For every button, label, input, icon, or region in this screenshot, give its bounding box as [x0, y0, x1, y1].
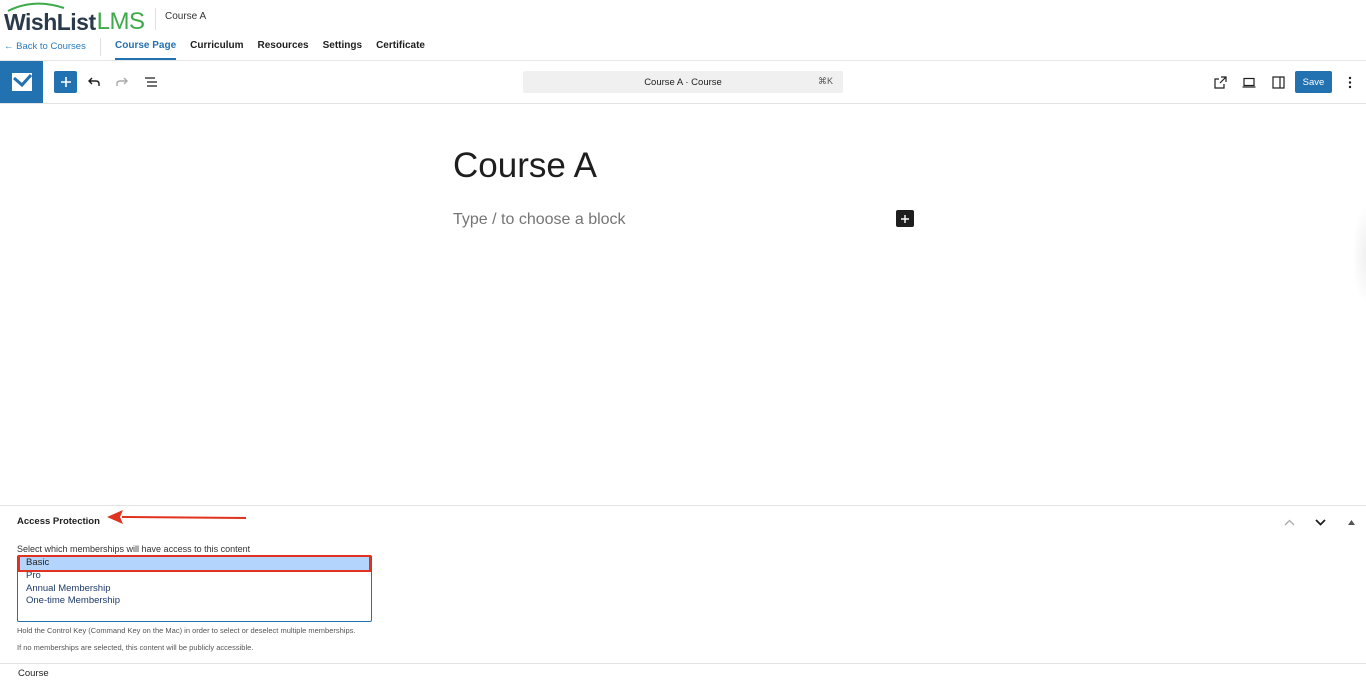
- move-down-button[interactable]: [1311, 514, 1329, 530]
- site-icon[interactable]: [0, 61, 43, 103]
- public-access-hint: If no memberships are selected, this con…: [17, 643, 254, 652]
- undo-button[interactable]: [82, 70, 106, 94]
- block-placeholder[interactable]: Type / to choose a block: [453, 211, 626, 229]
- plus-icon: [60, 77, 71, 87]
- settings-sidebar-button[interactable]: [1266, 70, 1290, 94]
- memberships-multiselect[interactable]: Basic Pro Annual Membership One-time Mem…: [17, 555, 372, 622]
- course-tabs: Course Page Curriculum Resources Setting…: [115, 35, 439, 60]
- vertical-ellipsis-icon: [1348, 76, 1352, 88]
- editor-footer: Course: [0, 663, 1366, 681]
- tab-curriculum[interactable]: Curriculum: [190, 35, 243, 60]
- logo-text-lms: LMS: [96, 8, 145, 35]
- nav-divider: [100, 38, 101, 56]
- chevron-up-icon: [1284, 519, 1294, 525]
- editor-toolbar: Course A · Course ⌘K Save: [0, 61, 1366, 104]
- membership-option-pro[interactable]: Pro: [19, 570, 370, 583]
- checkmark-box-icon: [11, 73, 32, 91]
- metabox-title[interactable]: Access Protection: [17, 516, 100, 527]
- save-button[interactable]: Save: [1295, 71, 1332, 93]
- tab-resources[interactable]: Resources: [257, 35, 308, 60]
- options-menu-button[interactable]: [1338, 70, 1362, 94]
- metabox-description: Select which memberships will have acces…: [17, 544, 251, 554]
- block-inserter-button[interactable]: [896, 210, 914, 227]
- membership-option-annual[interactable]: Annual Membership: [19, 583, 370, 596]
- course-title-label: Course A: [165, 11, 207, 22]
- view-post-button[interactable]: [1208, 70, 1232, 94]
- redo-button[interactable]: [110, 70, 134, 94]
- redo-icon: [116, 77, 128, 86]
- logo-text-wishlist: WishList: [4, 9, 96, 35]
- tab-settings[interactable]: Settings: [323, 35, 362, 60]
- block-breadcrumb[interactable]: Course: [18, 668, 49, 679]
- sidebar-toggle-icon: [1271, 75, 1285, 89]
- add-block-button[interactable]: [54, 71, 77, 93]
- membership-option-basic[interactable]: Basic: [19, 557, 370, 570]
- tab-course-page[interactable]: Course Page: [115, 35, 177, 60]
- command-shortcut: ⌘K: [817, 76, 833, 86]
- toggle-panel-button[interactable]: [1342, 514, 1360, 530]
- move-up-button[interactable]: [1280, 514, 1298, 530]
- plus-icon: [901, 214, 909, 223]
- top-header: WishList LMS Course A ← Back to Courses C…: [0, 0, 1366, 61]
- header-divider: [155, 8, 156, 30]
- external-link-icon: [1213, 75, 1227, 89]
- tab-certificate[interactable]: Certificate: [376, 35, 425, 60]
- chevron-down-icon: [1314, 518, 1326, 526]
- document-overview-button[interactable]: [139, 70, 163, 94]
- document-overview-icon: [145, 77, 157, 87]
- undo-icon: [88, 77, 100, 86]
- post-title[interactable]: Course A: [453, 146, 597, 186]
- membership-option-one-time[interactable]: One-time Membership: [19, 595, 370, 608]
- back-to-courses-link[interactable]: ← Back to Courses: [4, 41, 86, 52]
- caret-up-icon: [1347, 519, 1355, 525]
- preview-device-button[interactable]: [1237, 70, 1261, 94]
- command-palette-bar[interactable]: Course A · Course ⌘K: [523, 71, 843, 93]
- edge-shadow: [1352, 205, 1366, 305]
- multi-select-hint: Hold the Control Key (Command Key on the…: [17, 626, 356, 635]
- access-protection-metabox: Access Protection Select which membershi…: [0, 505, 1366, 664]
- command-bar-title: Course A · Course: [644, 76, 722, 88]
- desktop-preview-icon: [1242, 77, 1256, 88]
- wishlist-lms-logo[interactable]: WishList LMS: [4, 2, 145, 36]
